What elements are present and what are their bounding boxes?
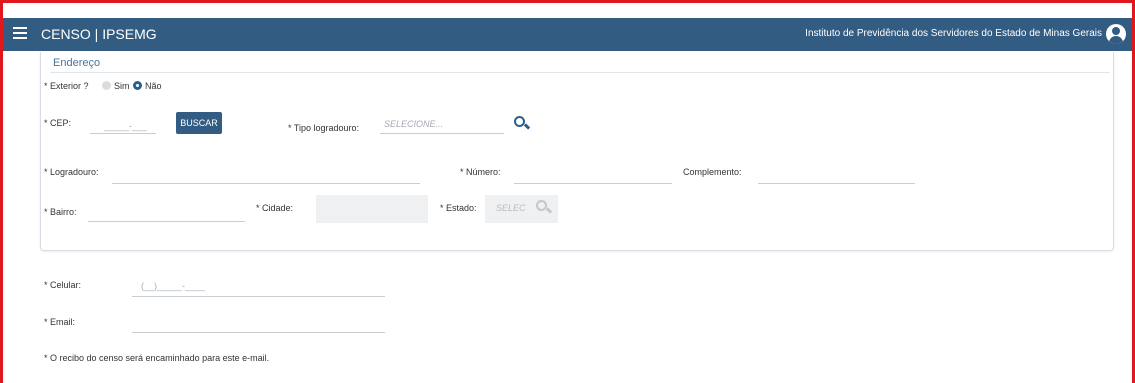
tipo-logradouro-select[interactable]: SELECIONE... bbox=[384, 119, 443, 129]
bairro-label: * Bairro: bbox=[44, 207, 77, 217]
cidade-input[interactable] bbox=[316, 195, 428, 223]
complemento-input[interactable] bbox=[758, 183, 915, 184]
top-bar: CENSO | IPSEMG Instituto de Previdência … bbox=[3, 18, 1132, 51]
radio-sim[interactable] bbox=[102, 81, 111, 90]
celular-input[interactable]: (__)_____-____ bbox=[141, 281, 205, 291]
section-title: Endereço bbox=[53, 57, 101, 69]
cep-label: * CEP: bbox=[44, 118, 72, 128]
buscar-button[interactable]: BUSCAR bbox=[176, 112, 222, 134]
institute-name: Instituto de Previdência dos Servidores … bbox=[805, 28, 1102, 39]
estado-label: * Estado: bbox=[440, 203, 477, 213]
radio-sim-label: Sim bbox=[114, 81, 130, 91]
cep-underline bbox=[90, 133, 156, 134]
estado-select-placeholder: SELEC bbox=[496, 203, 526, 213]
email-note: * O recibo do censo será encaminhado par… bbox=[44, 353, 270, 363]
cep-input[interactable]: _____-___ bbox=[104, 121, 147, 131]
complemento-label: Complemento: bbox=[683, 167, 742, 177]
cidade-label: * Cidade: bbox=[256, 203, 294, 213]
exterior-label: * Exterior ? bbox=[44, 81, 89, 91]
bairro-input[interactable] bbox=[88, 221, 245, 222]
logradouro-label: * Logradouro: bbox=[44, 167, 99, 177]
celular-underline bbox=[132, 296, 385, 297]
tipo-logradouro-label: * Tipo logradouro: bbox=[288, 123, 360, 133]
numero-label: * Número: bbox=[460, 167, 501, 177]
hamburger-menu-icon[interactable] bbox=[13, 27, 27, 41]
email-input[interactable] bbox=[132, 332, 385, 333]
logradouro-input[interactable] bbox=[112, 183, 420, 184]
numero-input[interactable] bbox=[514, 183, 672, 184]
radio-nao[interactable] bbox=[133, 81, 142, 90]
section-divider bbox=[50, 72, 1110, 73]
radio-nao-label: Não bbox=[145, 81, 162, 91]
tipo-logradouro-underline bbox=[380, 133, 504, 134]
email-label: * Email: bbox=[44, 317, 76, 327]
celular-label: * Celular: bbox=[44, 280, 82, 290]
search-icon[interactable] bbox=[514, 116, 531, 132]
app-title: CENSO | IPSEMG bbox=[41, 26, 157, 42]
user-account-icon[interactable] bbox=[1106, 24, 1126, 44]
search-icon-disabled bbox=[536, 200, 553, 216]
